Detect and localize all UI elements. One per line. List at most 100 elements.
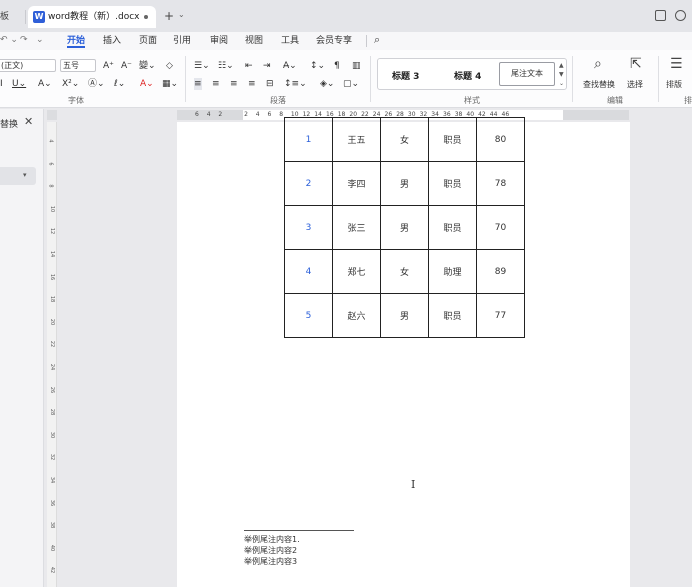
style-endnote-text[interactable]: 尾注文本	[499, 62, 555, 86]
table-cell[interactable]: 助理	[428, 249, 477, 294]
tab-previous[interactable]: 板	[0, 7, 9, 27]
table-cell[interactable]: 70	[476, 205, 525, 250]
chevron-down-icon[interactable]: ⌄	[178, 10, 185, 19]
table-cell[interactable]: 职员	[428, 205, 477, 250]
table-cell[interactable]: 职员	[428, 161, 477, 206]
table-row[interactable]: 4 郑七女助理 89	[284, 249, 525, 294]
table-cell[interactable]: 78	[476, 161, 525, 206]
table-cell[interactable]: 职员	[428, 117, 477, 162]
table-cell[interactable]: 男	[380, 205, 429, 250]
menu-view[interactable]: 视图	[245, 34, 263, 48]
data-table[interactable]: 1 王五女职员 80 2 李四男职员 78 3 张三男职员 70 4 郑七女助理 89 5 赵六男职员 77	[284, 117, 525, 338]
strikethrough-icon[interactable]: A⌄	[38, 78, 52, 90]
table-cell[interactable]: 男	[380, 161, 429, 206]
shading-icon[interactable]: ◈⌄	[320, 78, 334, 90]
table-cell[interactable]: 张三	[332, 205, 381, 250]
italic-icon[interactable]: I	[0, 78, 3, 90]
highlight-icon[interactable]: ℓ⌄	[114, 78, 125, 90]
menu-review[interactable]: 审阅	[210, 34, 228, 48]
table-cell[interactable]: 王五	[332, 117, 381, 162]
phonetic-icon[interactable]: 變⌄	[139, 60, 156, 72]
undo-icon[interactable]: ↶ ⌄	[0, 35, 18, 45]
justify-icon[interactable]: ≡	[248, 78, 256, 90]
numbered-list-icon[interactable]: ☷⌄	[218, 60, 234, 72]
font-name-select[interactable]: (正文)	[0, 59, 56, 72]
shrink-font-icon[interactable]: A⁻	[121, 60, 132, 72]
show-marks-icon[interactable]: ¶	[334, 60, 340, 72]
style-heading-3[interactable]: 标题 3	[392, 69, 419, 82]
table-cell[interactable]: 女	[380, 249, 429, 294]
table-cell[interactable]: 1	[284, 117, 333, 162]
table-cell[interactable]: 4	[284, 249, 333, 294]
menu-insert[interactable]: 插入	[103, 34, 121, 48]
settings-cube-icon[interactable]	[675, 10, 686, 21]
redo-icon[interactable]: ↷	[20, 35, 28, 45]
menu-tools[interactable]: 工具	[281, 34, 299, 48]
new-tab-button[interactable]: +	[164, 8, 174, 24]
find-replace-button[interactable]: 查找替换	[583, 79, 615, 90]
sort-icon[interactable]: ↕⌄	[310, 60, 325, 72]
menu-membership[interactable]: 会员专享	[316, 34, 352, 48]
table-grid-icon[interactable]: ▥	[352, 60, 361, 72]
bullet-list-icon[interactable]: ☰⌄	[194, 60, 210, 72]
table-row[interactable]: 5 赵六男职员 77	[284, 293, 525, 338]
tab-document[interactable]: W word教程（新）.docx	[28, 6, 156, 28]
table-row[interactable]: 1 王五女职员 80	[284, 117, 525, 162]
layout-icon[interactable]	[655, 10, 666, 21]
table-cell[interactable]: 郑七	[332, 249, 381, 294]
align-center-icon[interactable]: ≡	[212, 78, 220, 90]
search-icon[interactable]: ⌕	[374, 33, 380, 47]
table-cell[interactable]: 职员	[428, 293, 477, 338]
unsaved-dot-icon[interactable]	[144, 15, 148, 19]
decrease-indent-icon[interactable]: ⇤	[245, 60, 253, 72]
endnote-item[interactable]: 举例尾注内容3	[244, 556, 297, 567]
table-cell[interactable]: 赵六	[332, 293, 381, 338]
align-right-icon[interactable]: ≡	[230, 78, 238, 90]
select-button[interactable]: 选择	[627, 79, 643, 90]
menu-page[interactable]: 页面	[139, 34, 157, 48]
endnote-item[interactable]: 举例尾注内容1.	[244, 534, 300, 545]
font-color-icon[interactable]: A⌄	[140, 78, 154, 90]
text-direction-icon[interactable]: A̶⌄	[283, 60, 297, 72]
table-cell[interactable]: 3	[284, 205, 333, 250]
endnote-item[interactable]: 举例尾注内容2	[244, 545, 297, 556]
borders-icon[interactable]: ▢⌄	[343, 78, 359, 90]
table-row[interactable]: 2 李四男职员 78	[284, 161, 525, 206]
gallery-scroll-icon[interactable]: ▲ ▼ ⌄	[559, 61, 564, 88]
increase-indent-icon[interactable]: ⇥	[263, 60, 271, 72]
superscript-icon[interactable]: X²⌄	[62, 78, 79, 90]
table-cell[interactable]: 80	[476, 117, 525, 162]
more-chevron-icon[interactable]: ⌄	[36, 35, 44, 45]
vertical-ruler[interactable]: 4 6 8 10 12 14 16 18 20 22 24 26 28 30 32 34 36 38 40 42	[47, 122, 57, 587]
arrange-icon[interactable]: ☰	[670, 56, 683, 72]
close-icon[interactable]: ✕	[24, 115, 33, 128]
table-cell[interactable]: 李四	[332, 161, 381, 206]
table-cell[interactable]: 2	[284, 161, 333, 206]
chevron-down-icon[interactable]: ▾	[23, 171, 27, 179]
table-cell[interactable]: 89	[476, 249, 525, 294]
table-cell[interactable]: 77	[476, 293, 525, 338]
table-cell[interactable]: 女	[380, 117, 429, 162]
text-effect-icon[interactable]: Ⓐ⌄	[88, 78, 105, 90]
clear-format-icon[interactable]: ◇	[166, 60, 173, 72]
font-size-select[interactable]: 五号	[60, 59, 96, 72]
table-cell[interactable]: 男	[380, 293, 429, 338]
style-heading-4[interactable]: 标题 4	[454, 69, 481, 82]
char-border-icon[interactable]: ▦⌄	[162, 78, 178, 90]
line-spacing-icon[interactable]: ↕≡⌄	[284, 78, 307, 90]
ruler-corner[interactable]	[47, 110, 57, 120]
table-cell[interactable]: 5	[284, 293, 333, 338]
align-left-icon[interactable]: ≡	[194, 78, 202, 90]
select-cursor-icon[interactable]: ⇱	[630, 56, 642, 72]
distribute-icon[interactable]: ⊟	[266, 78, 274, 90]
ruler-tick-label: 14	[49, 250, 56, 258]
arrange-button[interactable]: 排版	[666, 79, 682, 90]
pane-dropdown[interactable]: ▾	[0, 167, 36, 185]
table-row[interactable]: 3 张三男职员 70	[284, 205, 525, 250]
underline-icon[interactable]: U⌄	[12, 78, 26, 90]
ruler-tick-label: 18	[49, 296, 56, 303]
document-page[interactable]: 1 王五女职员 80 2 李四男职员 78 3 张三男职员 70 4 郑七女助理 89 5 赵六男职员 77…	[177, 117, 630, 587]
find-replace-icon[interactable]: ⌕	[594, 56, 602, 72]
grow-font-icon[interactable]: A⁺	[103, 60, 114, 72]
menu-references[interactable]: 引用	[173, 34, 191, 48]
